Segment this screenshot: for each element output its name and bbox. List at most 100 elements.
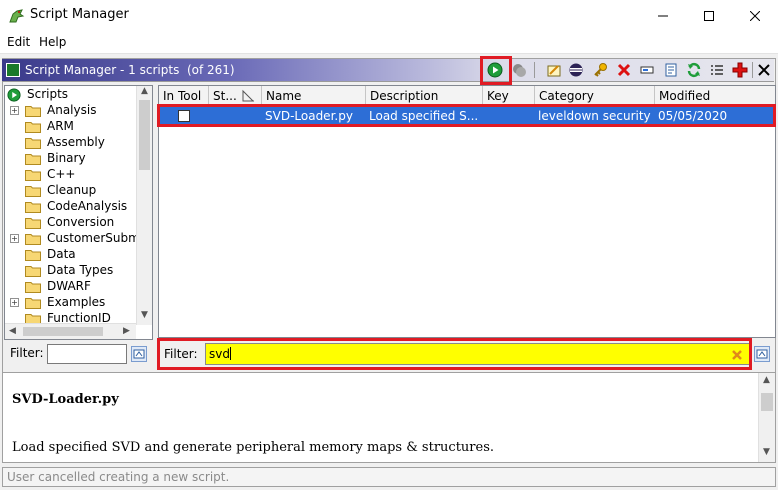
menu-help[interactable]: Help — [39, 35, 66, 49]
tree-item-c-[interactable]: C++ — [5, 167, 136, 183]
script-filter-input[interactable]: svd — [205, 343, 750, 365]
tree-item-conversion[interactable]: Conversion — [5, 215, 136, 231]
column-header-name[interactable]: Name — [262, 86, 366, 106]
tree-filter-label: Filter: — [10, 346, 44, 360]
description-scroll-thumb[interactable] — [761, 393, 773, 411]
tree-filter-options-button[interactable] — [131, 346, 147, 362]
tree-item-label: Cleanup — [47, 183, 97, 197]
description-scrollbar[interactable]: ▲ ▼ — [758, 373, 775, 462]
sort-ascending-icon — [242, 89, 255, 102]
script-category-tree[interactable]: Scripts + Analysis ARM Assembly Binary C++ Cle… — [4, 85, 153, 340]
cell-category: leveldown security — [538, 109, 651, 123]
menu-edit[interactable]: Edit — [7, 35, 30, 49]
tree-item-customersubm[interactable]: + CustomerSubm — [5, 231, 140, 247]
tree-root-scripts[interactable]: Scripts — [5, 87, 136, 103]
tree-item-binary[interactable]: Binary — [5, 151, 136, 167]
scroll-down-arrow-icon[interactable]: ▼ — [141, 310, 148, 320]
tree-item-label: Analysis — [47, 103, 97, 117]
maximize-button[interactable] — [686, 0, 732, 32]
tree-scroll-thumb[interactable] — [139, 100, 150, 170]
edit-script-button[interactable] — [543, 60, 565, 80]
tree-item-arm[interactable]: ARM — [5, 119, 136, 135]
tree-item-analysis[interactable]: + Analysis — [5, 103, 136, 119]
tree-item-label: Binary — [47, 151, 86, 165]
edit-script-icon — [547, 65, 561, 77]
scripts-table[interactable]: In Tool St... Name Description Key Categ… — [158, 85, 776, 338]
tree-item-label: Conversion — [47, 215, 115, 229]
tree-item-examples[interactable]: + Examples — [5, 295, 136, 311]
folder-icon — [25, 186, 41, 197]
folder-icon — [25, 138, 41, 149]
tree-item-label: C++ — [47, 167, 76, 181]
tree-item-label: Assembly — [47, 135, 105, 149]
script-filter-bar: Filter: svd — [158, 339, 752, 369]
tree-filter-input[interactable] — [47, 344, 127, 364]
filter-value: svd — [209, 347, 230, 361]
tree-item-data-types[interactable]: Data Types — [5, 263, 136, 279]
column-header-status[interactable]: St... — [209, 86, 262, 106]
filter-options-icon — [756, 349, 768, 359]
tree-item-label: Examples — [47, 295, 106, 309]
eclipse-icon — [569, 63, 583, 77]
tree-vertical-scrollbar[interactable]: ▲ ▼ — [136, 86, 152, 325]
expand-plus-icon[interactable]: + — [10, 298, 19, 307]
tree-item-codeanalysis[interactable]: CodeAnalysis — [5, 199, 136, 215]
script-directories-button[interactable] — [706, 60, 728, 80]
folder-icon — [25, 170, 41, 181]
refresh-icon — [687, 62, 701, 78]
clear-filter-icon[interactable] — [731, 349, 743, 361]
tree-hscroll-thumb[interactable] — [23, 327, 103, 336]
eclipse-button[interactable] — [565, 60, 587, 80]
tree-root-label: Scripts — [27, 87, 69, 101]
tree-item-dwarf[interactable]: DWARF — [5, 279, 136, 295]
window-close-button[interactable] — [732, 0, 778, 32]
help-button[interactable] — [729, 60, 751, 80]
status-bar: User cancelled creating a new script. — [2, 467, 776, 487]
column-header-description[interactable]: Description — [366, 86, 483, 106]
tree-item-assembly[interactable]: Assembly — [5, 135, 136, 151]
folder-icon — [25, 282, 41, 293]
tree-item-label: DWARF — [47, 279, 91, 293]
scroll-up-arrow-icon[interactable]: ▲ — [763, 375, 770, 385]
script-description-pane: SVD-Loader.py Load specified SVD and gen… — [2, 372, 776, 463]
run-last-script-icon — [513, 64, 526, 77]
tree-item-cleanup[interactable]: Cleanup — [5, 183, 136, 199]
script-filter-options-button[interactable] — [754, 346, 770, 362]
scroll-up-arrow-icon[interactable]: ▲ — [141, 86, 148, 96]
script-manager-icon — [6, 63, 20, 77]
table-row[interactable]: SVD-Loader.py Load specified S... leveld… — [159, 107, 775, 125]
description-body: Load specified SVD and generate peripher… — [12, 440, 495, 455]
scroll-right-arrow-icon[interactable]: ▶ — [123, 326, 130, 336]
tree-item-label: ARM — [47, 119, 74, 133]
new-script-button[interactable] — [660, 60, 682, 80]
column-header-category[interactable]: Category — [535, 86, 655, 106]
new-script-icon — [665, 63, 677, 77]
close-panel-button[interactable] — [753, 60, 775, 80]
window-title: Script Manager — [30, 7, 129, 22]
description-title: SVD-Loader.py — [12, 392, 119, 407]
folder-icon — [25, 202, 41, 213]
tree-horizontal-scrollbar[interactable]: ◀ ▶ — [5, 323, 136, 339]
rename-button[interactable] — [636, 60, 658, 80]
refresh-button[interactable] — [683, 60, 705, 80]
list-icon — [711, 65, 723, 75]
scroll-left-arrow-icon[interactable]: ◀ — [9, 326, 16, 336]
column-header-in-tool[interactable]: In Tool — [159, 86, 209, 106]
column-header-modified[interactable]: Modified — [655, 86, 775, 106]
minimize-button[interactable] — [640, 0, 686, 32]
cell-modified: 05/05/2020 — [658, 109, 728, 123]
run-script-button[interactable] — [484, 60, 506, 80]
column-header-key[interactable]: Key — [483, 86, 535, 106]
scroll-down-arrow-icon[interactable]: ▼ — [763, 447, 770, 457]
run-last-script-button[interactable] — [508, 60, 530, 80]
tree-item-data[interactable]: Data — [5, 247, 136, 263]
key-binding-icon — [594, 63, 607, 77]
menu-bar: Edit Help — [0, 32, 778, 54]
expand-plus-icon[interactable]: + — [10, 234, 19, 243]
key-binding-button[interactable] — [589, 60, 611, 80]
maximize-icon — [704, 11, 714, 21]
ghidra-dragon-icon — [9, 9, 25, 23]
delete-script-button[interactable] — [613, 60, 635, 80]
expand-plus-icon[interactable]: + — [10, 106, 19, 115]
in-tool-checkbox[interactable] — [178, 110, 190, 122]
